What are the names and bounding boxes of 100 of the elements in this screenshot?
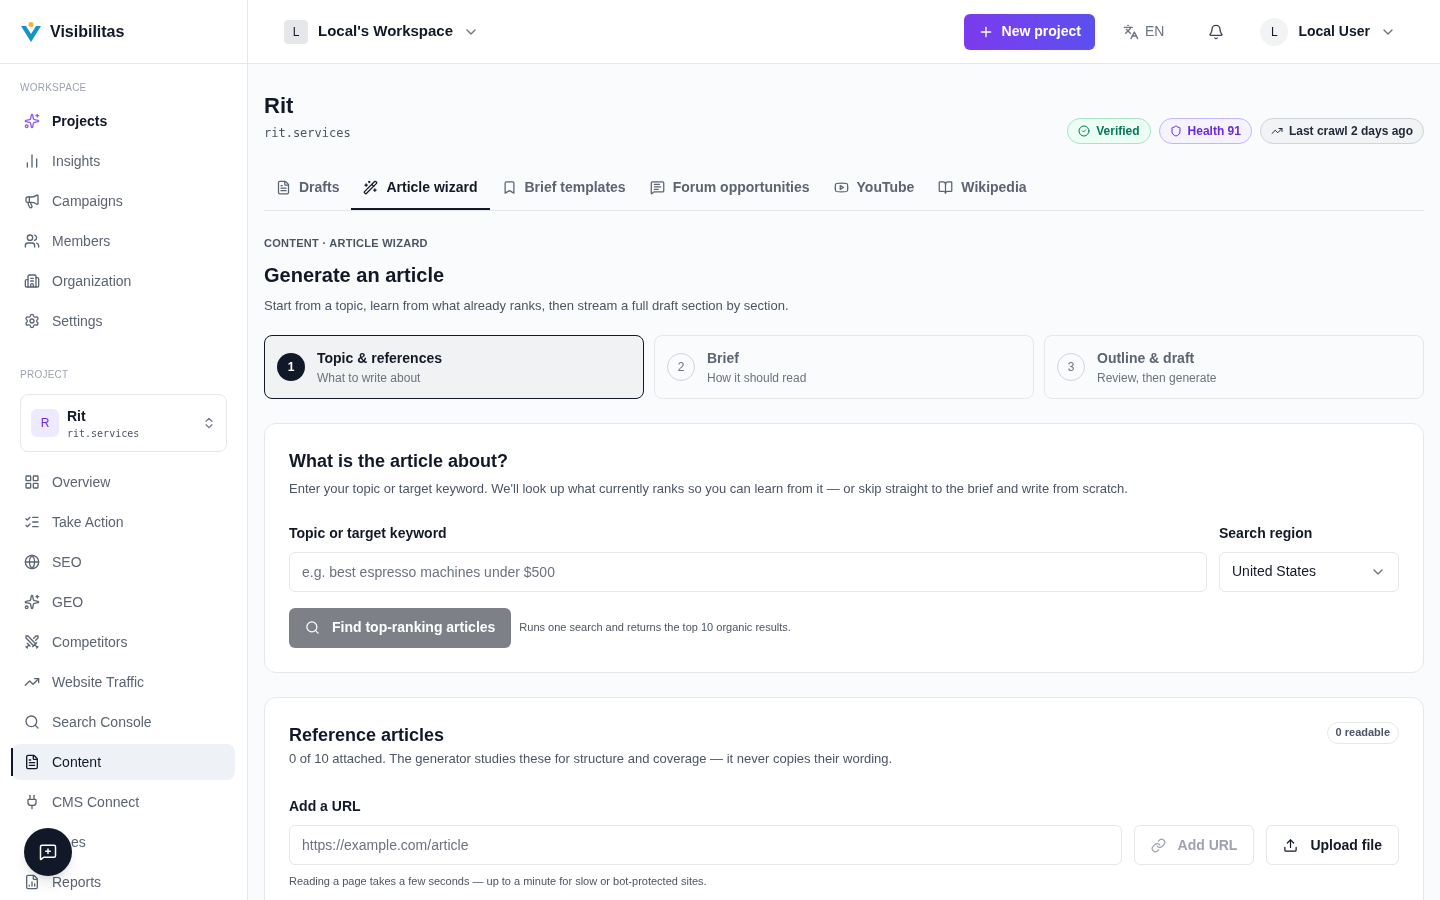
breadcrumb: CONTENT · ARTICLE WIZARD [264, 236, 429, 251]
tab-icon [501, 179, 517, 195]
link-icon [1150, 837, 1166, 853]
sidebar-item[interactable]: Search Console [12, 704, 235, 740]
card-title: What is the article about? [289, 450, 510, 473]
nav-icon [24, 514, 40, 530]
step-subtitle: Review, then generate [1097, 369, 1217, 387]
step-title: Brief [707, 348, 740, 368]
card-description: Enter your topic or target keyword. We'll look up what currently ranks so you can learn from it — or skip straight to the brief and write from scratch. [289, 480, 1129, 498]
nav-icon [24, 794, 40, 810]
section-title: WORKSPACE [19, 81, 88, 95]
sidebar-item[interactable]: Settings [12, 303, 235, 339]
tab[interactable]: Article wizard [351, 166, 490, 210]
language-button[interactable]: EN [1122, 21, 1165, 42]
tab-icon [938, 179, 954, 195]
nav-icon [24, 474, 40, 490]
section-subtitle: Start from a topic, learn from what already ranks, then stream a full draft section by section. [264, 296, 790, 315]
sidebar-item[interactable]: Overview [12, 464, 235, 500]
sidebar-item[interactable]: CMS Connect [12, 784, 235, 820]
field-label: Search region [1219, 523, 1314, 543]
nav-icon [24, 313, 40, 329]
field-label: Add a URL [289, 797, 362, 816]
sidebar-item[interactable]: Reports [12, 864, 235, 900]
logo-icon [20, 20, 42, 43]
search-icon [305, 620, 320, 635]
user-avatar: L [1260, 17, 1289, 46]
step-title: Outline & draft [1097, 348, 1196, 368]
wizard-step[interactable]: 3 Outline & draft Review, then generate [1044, 335, 1424, 399]
check-circle-icon [1078, 125, 1091, 137]
step-subtitle: How it should read [707, 369, 807, 387]
step-title: Topic & references [317, 348, 442, 368]
notification-icon[interactable] [1208, 23, 1225, 40]
sidebar-item[interactable]: Insights [12, 143, 235, 179]
new-project-button[interactable]: New project [963, 13, 1095, 50]
chat-plus-icon [39, 843, 57, 861]
status-badge: Health 91 [1158, 118, 1252, 144]
tab[interactable]: Drafts [264, 166, 352, 210]
nav-icon [24, 594, 40, 610]
shield-icon [1169, 125, 1182, 137]
sidebar-item[interactable]: Members [12, 223, 235, 259]
region-select[interactable]: United States [1219, 551, 1399, 592]
translate-icon [1122, 23, 1139, 40]
tab-icon [363, 179, 379, 195]
tab[interactable]: Wikipedia [926, 166, 1039, 210]
url-input[interactable]: https://example.com/article [289, 825, 1122, 865]
user-name: Local User [1298, 22, 1370, 41]
sidebar-item[interactable]: Campaigns [12, 183, 235, 219]
tab[interactable]: YouTube [821, 166, 927, 210]
tab-icon [649, 179, 665, 195]
sidebar-item[interactable]: Organization [12, 263, 235, 299]
workspace-name: Local's Workspace [318, 21, 453, 42]
nav-icon [24, 714, 40, 730]
nav-icon [24, 153, 40, 169]
chat-button[interactable] [24, 828, 72, 876]
nav-icon [24, 874, 40, 890]
nav-icon [24, 233, 40, 249]
project-name: Rit [67, 406, 87, 426]
step-subtitle: What to write about [317, 369, 422, 387]
page-domain: rit.services [264, 125, 351, 142]
project-switcher[interactable]: R Rit rit.services [20, 394, 227, 452]
workspace-switcher[interactable]: L Local's Workspace [284, 19, 479, 44]
helper-text: Reading a page takes a few seconds — up to a minute for slow or bot-protected sites. [289, 874, 708, 889]
project-avatar: R [31, 409, 59, 437]
card-title: Reference articles [289, 723, 446, 747]
sidebar-item[interactable]: Website Traffic [12, 664, 235, 700]
sidebar-item[interactable]: es [12, 824, 235, 860]
status-badge: Last crawl 2 days ago [1259, 118, 1424, 144]
trend-icon [1270, 125, 1283, 137]
sidebar-item[interactable]: Projects [12, 103, 235, 139]
nav-icon [24, 273, 40, 289]
nav-icon [24, 754, 40, 770]
upload-icon [1283, 837, 1299, 853]
page-title: Rit [264, 92, 295, 120]
nav-icon [24, 634, 40, 650]
sidebar-item[interactable]: Competitors [12, 624, 235, 660]
section-heading: Generate an article [264, 262, 446, 288]
user-menu[interactable]: L Local User [1260, 17, 1396, 46]
helper-text: Runs one search and returns the top 10 organic results. [519, 620, 791, 636]
sidebar-item[interactable]: SEO [12, 544, 235, 580]
tab[interactable]: Forum opportunities [637, 166, 822, 210]
step-number: 1 [277, 353, 305, 381]
sidebar-item[interactable]: Content [12, 744, 235, 780]
upload-file-button[interactable]: Upload file [1266, 825, 1399, 865]
tab-icon [276, 179, 291, 195]
brand-name: Visibilitas [50, 21, 125, 42]
tab[interactable]: Brief templates [489, 166, 638, 210]
status-badge: Verified [1067, 118, 1151, 144]
nav-icon [24, 554, 40, 570]
keyword-input[interactable]: e.g. best espresso machines under $500 [289, 551, 1207, 592]
tab-icon [833, 179, 849, 195]
field-label: Topic or target keyword [289, 523, 448, 543]
nav-icon [24, 113, 40, 129]
project-domain: rit.services [67, 426, 141, 441]
sidebar-item[interactable]: GEO [12, 584, 235, 620]
card-description: 0 of 10 attached. The generator studies these for structure and coverage — it never copies their wording. [289, 749, 893, 768]
nav-icon [24, 193, 40, 209]
wizard-step[interactable]: 2 Brief How it should read [654, 335, 1034, 399]
section-title: PROJECT [19, 368, 70, 382]
wizard-step[interactable]: 1 Topic & references What to write about [264, 335, 644, 399]
sidebar-item[interactable]: Take Action [12, 504, 235, 540]
